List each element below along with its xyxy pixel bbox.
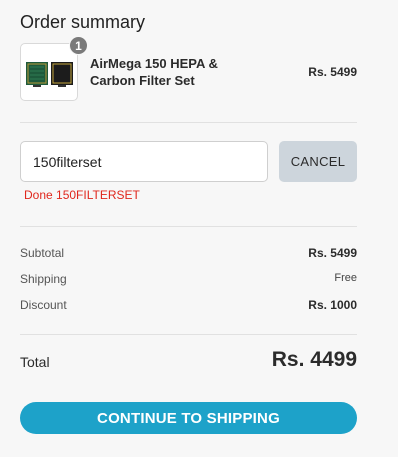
order-item: 1 AirMega 150 HEPA & Carbon Filter Set R…	[20, 36, 357, 101]
divider	[20, 226, 357, 227]
coupon-status-message: Done 150FILTERSET	[24, 188, 140, 202]
divider	[20, 122, 357, 123]
total-value: Rs. 4499	[271, 348, 357, 371]
product-thumbnail: 1	[20, 36, 88, 101]
product-name: AirMega 150 HEPA & Carbon Filter Set	[90, 56, 218, 88]
shipping-row: Shipping Free	[20, 272, 357, 288]
filter-set-image	[26, 62, 73, 87]
total-label: Total	[20, 354, 50, 370]
discount-code-input[interactable]	[20, 141, 268, 182]
continue-to-shipping-button[interactable]: CONTINUE TO SHIPPING	[20, 402, 357, 434]
cancel-button[interactable]: CANCEL	[279, 141, 357, 182]
shipping-value: Free	[334, 272, 357, 284]
quantity-badge: 1	[69, 36, 88, 55]
total-row: Total Rs. 4499	[20, 348, 357, 378]
shipping-label: Shipping	[20, 272, 67, 286]
divider	[20, 334, 357, 335]
page-title: Order summary	[20, 12, 146, 32]
subtotal-row: Subtotal Rs. 5499	[20, 246, 357, 262]
subtotal-label: Subtotal	[20, 246, 65, 260]
discount-value: Rs. 1000	[308, 298, 357, 312]
discount-row: Discount Rs. 1000	[20, 298, 357, 314]
subtotal-value: Rs. 5499	[308, 246, 357, 260]
discount-label: Discount	[20, 298, 67, 312]
product-price: Rs. 5499	[308, 65, 357, 79]
